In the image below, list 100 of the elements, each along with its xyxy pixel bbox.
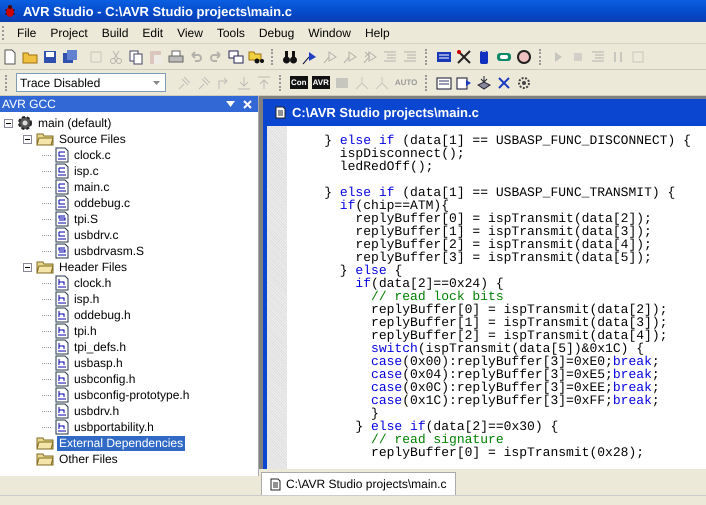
code-line: if(data[2]==0x24) { [354, 277, 505, 290]
binoculars-icon[interactable] [282, 48, 298, 64]
menu-item[interactable]: Help [358, 26, 397, 40]
gear-icon[interactable] [516, 74, 532, 90]
code-line: replyBuffer[1] = ispTransmit(data[3]); [354, 225, 653, 238]
header-file-icon [55, 355, 69, 371]
code-line: } else { [338, 264, 402, 277]
circle-icon[interactable] [516, 48, 532, 64]
tree-item[interactable]: usbdrv.h [72, 404, 122, 418]
source-file-icon [55, 163, 69, 179]
code-line: case(0x04):replyBuffer[3]=0xE5;break; [370, 368, 661, 381]
tree-item[interactable]: usbdrvasm.S [72, 244, 146, 258]
header-file-icon [55, 419, 69, 435]
menu-item[interactable]: Edit [135, 26, 170, 40]
window-title: AVR Studio - C:\AVR Studio projects\main.c [23, 4, 292, 18]
tree-item[interactable]: isp.h [72, 292, 102, 306]
header-file-icon [55, 371, 69, 387]
tree-item[interactable]: main (default) [36, 116, 114, 130]
document-tab[interactable]: C:\AVR Studio projects\main.c [261, 472, 456, 495]
assembly-file-icon [55, 243, 69, 259]
code-line: case(0x00):replyBuffer[3]=0xE0;break; [370, 355, 661, 368]
header-file-icon [55, 307, 69, 323]
code-line: } else if(data[2]==0x30) { [354, 420, 560, 433]
tree-item[interactable]: usbasp.h [72, 356, 125, 370]
code-line: } else if (data[1] == USBASP_FUNC_DISCONNECT) { [323, 134, 691, 147]
editor-title: C:\AVR Studio projects\main.c [292, 105, 479, 120]
source-file-icon [55, 147, 69, 163]
folder-icon [36, 452, 54, 466]
panel-title: AVR GCC [2, 97, 57, 111]
code-line: // read signature [370, 433, 504, 446]
toolbar-button[interactable]: AVR [312, 76, 330, 89]
folder-binoculars-icon[interactable] [248, 48, 264, 64]
close-icon[interactable] [243, 100, 252, 108]
document-icon [270, 478, 281, 490]
copy-icon[interactable] [128, 48, 144, 64]
memory-icon[interactable] [436, 74, 452, 90]
printer-icon[interactable] [168, 48, 184, 64]
tree-item[interactable]: tpi.S [72, 212, 100, 226]
dropdown-arrow-icon [153, 80, 160, 84]
tree-item[interactable]: tpi.h [72, 324, 99, 338]
code-line: replyBuffer[2] = ispTransmit(data[4]); [370, 329, 668, 342]
tree-item[interactable]: usbportability.h [72, 420, 156, 434]
code-line: replyBuffer[1] = ispTransmit(data[3]); [370, 316, 668, 329]
code-line: switch(ispTransmit(data[5])&0x1C) { [370, 342, 644, 355]
tree-item[interactable]: oddebug.h [72, 308, 133, 322]
windows-icon[interactable] [228, 48, 244, 64]
memory-arrow-icon[interactable] [456, 74, 472, 90]
document-icon [275, 106, 286, 119]
menu-item[interactable]: Project [43, 26, 95, 40]
tree-item[interactable]: isp.c [72, 164, 101, 178]
tree-item[interactable]: Other Files [57, 452, 120, 466]
header-file-icon [55, 291, 69, 307]
tree-item[interactable]: Source Files [57, 132, 128, 146]
tree-item[interactable]: clock.h [72, 276, 114, 290]
menu-item[interactable]: Build [94, 26, 136, 40]
code-line: case(0x1C):replyBuffer[3]=0xFF;break; [370, 394, 661, 407]
tree-item[interactable]: tpi_defs.h [72, 340, 128, 354]
tree-item[interactable]: clock.c [72, 148, 113, 162]
code-line: } [370, 407, 379, 420]
collapse-icon[interactable] [23, 262, 32, 272]
download-icon[interactable] [476, 74, 492, 90]
menu-item[interactable]: Tools [210, 26, 252, 40]
source-file-icon [55, 227, 69, 243]
tree-item[interactable]: External Dependencies [57, 436, 186, 450]
toolbar-button[interactable]: Con [290, 76, 308, 89]
folder-icon [36, 260, 54, 274]
tab-label: C:\AVR Studio projects\main.c [286, 477, 447, 491]
document-icon[interactable] [2, 48, 18, 64]
tree-item[interactable]: main.c [72, 180, 112, 194]
assembly-file-icon [55, 211, 69, 227]
bug-icon [3, 4, 17, 18]
menu-item[interactable]: File [10, 26, 44, 40]
code-line: if(chip==ATM){ [338, 199, 450, 212]
code-line: replyBuffer[0] = ispTransmit(0x28); [370, 446, 646, 459]
source-file-icon [55, 179, 69, 195]
trace-dropdown[interactable]: Trace Disabled [16, 73, 166, 92]
tree-item[interactable]: Header Files [57, 260, 130, 274]
code-line: case(0x0C):replyBuffer[3]=0xEE;break; [370, 381, 661, 394]
dropdown-arrow-icon[interactable] [226, 101, 235, 107]
gear-icon [17, 115, 33, 131]
tree-item[interactable]: usbdrv.c [72, 228, 120, 242]
folder-icon [36, 132, 54, 146]
header-file-icon [55, 275, 69, 291]
tree-item[interactable]: usbconfig-prototype.h [72, 388, 192, 402]
code-line: } else if (data[1] == USBASP_FUNC_TRANSMIT) { [323, 186, 676, 199]
code-line: replyBuffer[0] = ispTransmit(data[2]); [370, 303, 668, 316]
menu-item[interactable]: Window [301, 26, 358, 40]
code-line: replyBuffer[2] = ispTransmit(data[4]); [354, 238, 653, 251]
menu-item[interactable]: View [170, 26, 210, 40]
code-line: ispDisconnect(); [338, 147, 466, 160]
menu-item[interactable]: Debug [252, 26, 302, 40]
header-file-icon [55, 323, 69, 339]
cross-icon[interactable] [496, 74, 512, 90]
tree-item[interactable]: usbconfig.h [72, 372, 138, 386]
header-file-icon [55, 403, 69, 419]
disks-icon[interactable] [62, 48, 78, 64]
code-line: replyBuffer[0] = ispTransmit(data[2]); [354, 212, 653, 225]
collapse-icon[interactable] [23, 134, 32, 144]
collapse-icon[interactable] [4, 118, 13, 128]
tree-item[interactable]: oddebug.c [72, 196, 132, 210]
